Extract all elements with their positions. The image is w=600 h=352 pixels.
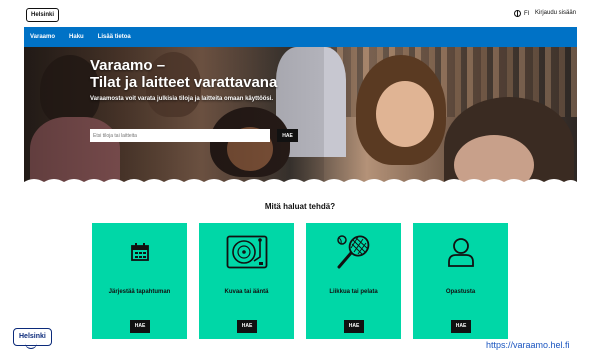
search-input[interactable] [90, 129, 270, 142]
card-search-button[interactable]: HAE [451, 320, 471, 333]
card-guidance[interactable]: Opastusta HAE [413, 223, 508, 339]
hero-title: Varaamo – Tilat ja laitteet varattavana [90, 57, 277, 91]
login-link[interactable]: Kirjaudu sisään [535, 10, 576, 16]
card-search-button[interactable]: HAE [130, 320, 150, 333]
hero-title-line2: Tilat ja laitteet varattavana [90, 74, 278, 91]
section-heading: Mitä haluat tehdä? [264, 202, 336, 211]
globe-icon [514, 10, 521, 17]
card-event[interactable]: Järjestää tapahtuman HAE [92, 223, 187, 339]
language-label: FI [524, 10, 530, 17]
language-selector[interactable]: FI [514, 10, 529, 17]
card-label: Kuvaa tai ääntä [224, 289, 269, 295]
wave-divider [24, 179, 577, 187]
hero-title-line1: Varaamo – [90, 57, 166, 74]
hero-banner: Varaamo – Tilat ja laitteet varattavana … [24, 47, 577, 187]
card-media[interactable]: Kuvaa tai ääntä HAE [199, 223, 294, 339]
nav-item-varaamo[interactable]: Varaamo [30, 34, 55, 40]
card-search-button[interactable]: HAE [237, 320, 257, 333]
card-label: Liikkua tai pelata [329, 289, 378, 295]
card-search-button[interactable]: HAE [344, 320, 364, 333]
nav-item-haku[interactable]: Haku [69, 34, 84, 40]
site-url[interactable]: https://varaamo.hel.fi [486, 340, 570, 350]
tennis-icon [306, 233, 401, 271]
helsinki-logo[interactable]: Helsinki [26, 8, 60, 22]
hero-subtitle: Varaamosta voit varata julkisia tiloja j… [90, 96, 274, 102]
person-icon [413, 233, 508, 271]
top-bar: Helsinki FI Kirjaudu sisään [0, 0, 600, 26]
search-button[interactable]: HAE [277, 129, 298, 142]
turntable-icon [199, 233, 294, 271]
card-label: Järjestää tapahtuman [108, 289, 171, 295]
card-sports[interactable]: Liikkua tai pelata HAE [306, 223, 401, 339]
helsinki-logo-large: Helsinki [13, 328, 52, 349]
main-nav: Varaamo Haku Lisää tietoa [24, 27, 577, 47]
nav-item-lisaa-tietoa[interactable]: Lisää tietoa [98, 34, 131, 40]
hero-photo-face [376, 81, 434, 147]
calendar-icon [92, 233, 187, 271]
card-label: Opastusta [445, 289, 476, 295]
